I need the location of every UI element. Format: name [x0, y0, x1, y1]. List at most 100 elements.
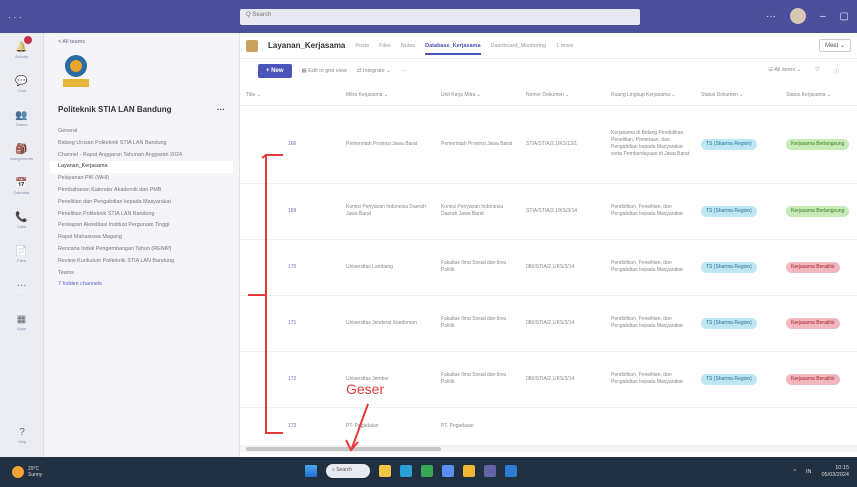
- cell-unit[interactable]: Fakultas Ilmu Sosial dan Ilmu Politik: [435, 295, 520, 352]
- rail-item-[interactable]: ···...: [0, 271, 43, 305]
- chrome-icon[interactable]: [421, 465, 433, 477]
- column-header[interactable]: Status Kerjasama ⌄: [780, 85, 857, 106]
- channel-item[interactable]: Review Kurikulum Politeknik STIA LAN Ban…: [58, 256, 225, 268]
- channel-item[interactable]: 7 hidden channels: [58, 279, 225, 291]
- cell-mitra[interactable]: PT. Pegadaian: [340, 407, 435, 446]
- meet-button[interactable]: Meet ⌄: [818, 39, 851, 52]
- cell-mitra[interactable]: Universitas Jember: [340, 351, 435, 408]
- rail-item-calendar[interactable]: 📅 Calendar: [0, 169, 43, 203]
- tab-item[interactable]: Dashboard_Monitoring: [491, 43, 547, 49]
- edge-icon[interactable]: [400, 465, 412, 477]
- cell-nomor[interactable]: STIA/STIA/2.1/KS/13/1: [520, 105, 605, 184]
- teams-app-icon[interactable]: [484, 465, 496, 477]
- cell-mitra[interactable]: Universitas Lambung: [340, 239, 435, 296]
- tab-item[interactable]: Posts: [355, 43, 369, 49]
- cell-status_dok[interactable]: TS (Sharma Region): [695, 183, 780, 240]
- cell-unit[interactable]: Komisi Penyiaran Indonesia Daerah Jawa B…: [435, 183, 520, 240]
- channel-item[interactable]: Layanan_Kerjasama: [50, 161, 233, 174]
- table-row[interactable]: 169 Komisi Penyiaran Indonesia Daerah Jaw…: [240, 183, 857, 240]
- column-header[interactable]: Mitra Kerjasama ⌄: [340, 85, 435, 106]
- team-more-button[interactable]: ···: [217, 105, 225, 114]
- channel-item[interactable]: Rencana Induk Pengembangan Tahun (RENIP): [58, 244, 225, 256]
- cell-mitra[interactable]: Universitas Jenderal Soedirman: [340, 295, 435, 352]
- minimize-button[interactable]: –: [820, 11, 826, 22]
- rail-item-assignments[interactable]: 🎒 Assignments: [0, 135, 43, 169]
- row-title[interactable]: 169: [240, 183, 340, 240]
- tab-item[interactable]: Notes: [401, 43, 415, 49]
- channel-item[interactable]: Pelayanan PIK (WHI): [58, 173, 225, 185]
- cell-mitra[interactable]: Komisi Penyiaran Indonesia Daerah Jawa B…: [340, 183, 435, 240]
- tab-item[interactable]: Files: [379, 43, 391, 49]
- table-row[interactable]: 166 Pemerintah Provinsi Jawa Barat Pemerin…: [240, 105, 857, 184]
- row-title[interactable]: 173: [240, 407, 340, 446]
- cell-status_ks[interactable]: [780, 407, 857, 446]
- scrollbar-thumb[interactable]: [246, 447, 441, 451]
- restore-button[interactable]: ▢: [840, 11, 849, 22]
- taskbar-search[interactable]: ⌕ Search: [326, 464, 370, 478]
- cell-status_ks[interactable]: Kerjasama Berakhir: [780, 351, 857, 408]
- cell-status_dok[interactable]: TS (Sharma Region): [695, 295, 780, 352]
- row-title[interactable]: 171: [240, 295, 340, 352]
- integrate-button[interactable]: ⇄ Integrate ⌄: [357, 68, 391, 74]
- channel-item[interactable]: Channel - Rapat Anggaran Tahunan Anggara…: [58, 150, 225, 162]
- store-icon[interactable]: [442, 465, 454, 477]
- cell-unit[interactable]: Fakultas Ilmu Sosial dan Ilmu Politik: [435, 239, 520, 296]
- row-title[interactable]: 172: [240, 351, 340, 408]
- cell-lingkup[interactable]: Pendidikan, Penelitian, dan Pengabdian k…: [605, 295, 695, 352]
- cell-status_dok[interactable]: TS (Sharma Region): [695, 239, 780, 296]
- search-input[interactable]: Q Search: [240, 9, 640, 25]
- channel-item[interactable]: Bidang Urusan Politeknik STIA LAN Bandun…: [58, 138, 225, 150]
- row-title[interactable]: 170: [240, 239, 340, 296]
- cell-lingkup[interactable]: [605, 407, 695, 446]
- cell-unit[interactable]: PT. Pegadaian: [435, 407, 520, 446]
- cell-nomor[interactable]: 080/STIA/2.1/KS/3/14: [520, 239, 605, 296]
- channel-item[interactable]: Penelitian Politeknik STIA LAN Bandung: [58, 209, 225, 221]
- cell-unit[interactable]: Fakultas Ilmu Sosial dan Ilmu Politik: [435, 351, 520, 408]
- word-icon[interactable]: [505, 465, 517, 477]
- channel-item[interactable]: Penelitian dan Pengabdian kepada Masyara…: [58, 197, 225, 209]
- cell-status_dok[interactable]: [695, 407, 780, 446]
- rail-item-chat[interactable]: 💬 Chat: [0, 67, 43, 101]
- tray-chevron-icon[interactable]: ^: [793, 469, 796, 475]
- edit-grid-button[interactable]: ▦ Edit in grid view: [302, 68, 347, 74]
- rail-item-teams[interactable]: 👥 Teams: [0, 101, 43, 135]
- cell-lingkup[interactable]: Pendidikan, Penelitian, dan Pengabdian k…: [605, 239, 695, 296]
- cell-unit[interactable]: Pemerintah Provinsi Jawa Barat: [435, 105, 520, 184]
- table-row[interactable]: 171 Universitas Jenderal Soedirman Fakulta…: [240, 295, 857, 352]
- more-button[interactable]: ···: [401, 68, 407, 74]
- column-header[interactable]: Unit Kerja Mitra ⌄: [435, 85, 520, 106]
- cell-status_dok[interactable]: TS (Sharma Region): [695, 105, 780, 184]
- rail-item-calls[interactable]: 📞 Calls: [0, 203, 43, 237]
- channel-item[interactable]: Teams: [58, 268, 225, 280]
- column-header[interactable]: Status Dokumen ⌄: [695, 85, 780, 106]
- language-indicator[interactable]: IN: [806, 469, 812, 475]
- cell-status_ks[interactable]: Kerjasama Berakhir: [780, 239, 857, 296]
- cell-nomor[interactable]: [520, 407, 605, 446]
- channel-item[interactable]: General: [58, 126, 225, 138]
- table-row[interactable]: 173 PT. Pegadaian PT. Pegadaian: [240, 407, 857, 446]
- info-icon[interactable]: ⓘ: [833, 67, 839, 75]
- new-item-button[interactable]: + New: [258, 64, 292, 78]
- avatar[interactable]: [789, 8, 806, 24]
- cell-nomor[interactable]: STIA/STIA/2.1/KS/3/14: [520, 183, 605, 240]
- mail-icon[interactable]: [463, 465, 475, 477]
- column-header[interactable]: Ruang Lingkup Kerjasama ⌄: [605, 85, 695, 106]
- cell-status_ks[interactable]: Kerjasama Berlangsung: [780, 105, 857, 184]
- more-options-button[interactable]: ···: [766, 11, 776, 22]
- all-items-view-button[interactable]: ☰ All items ⌄: [768, 67, 801, 75]
- windows-start-icon[interactable]: [305, 465, 317, 477]
- weather-widget[interactable]: 29°C Sunny: [12, 466, 42, 478]
- table-row[interactable]: 170 Universitas Lambung Fakultas Ilmu Sosi…: [240, 239, 857, 296]
- cell-lingkup[interactable]: Kerjasama di Bidang Pendidikan, Peneliti…: [605, 105, 695, 184]
- tab-item[interactable]: Database_Kerjasama: [425, 43, 481, 55]
- column-header[interactable]: Title ⌄: [240, 85, 340, 106]
- cell-nomor[interactable]: 080/STIA/2.1/KS/3/14: [520, 351, 605, 408]
- rail-item-files[interactable]: 📄 Files: [0, 237, 43, 271]
- channel-item[interactable]: Pembahasan Kalender Akademik dan PMB: [58, 185, 225, 197]
- clock[interactable]: 10:15 05/03/2024: [821, 465, 849, 479]
- row-title[interactable]: 166: [240, 105, 340, 184]
- cell-status_ks[interactable]: Kerjasama Berakhir: [780, 295, 857, 352]
- cell-lingkup[interactable]: Pendidikan, Penelitian, dan Pengabdian k…: [605, 351, 695, 408]
- tab-item[interactable]: 1 more: [556, 43, 573, 49]
- table-row[interactable]: 172 Universitas Jember Fakultas Ilmu Sosia…: [240, 351, 857, 408]
